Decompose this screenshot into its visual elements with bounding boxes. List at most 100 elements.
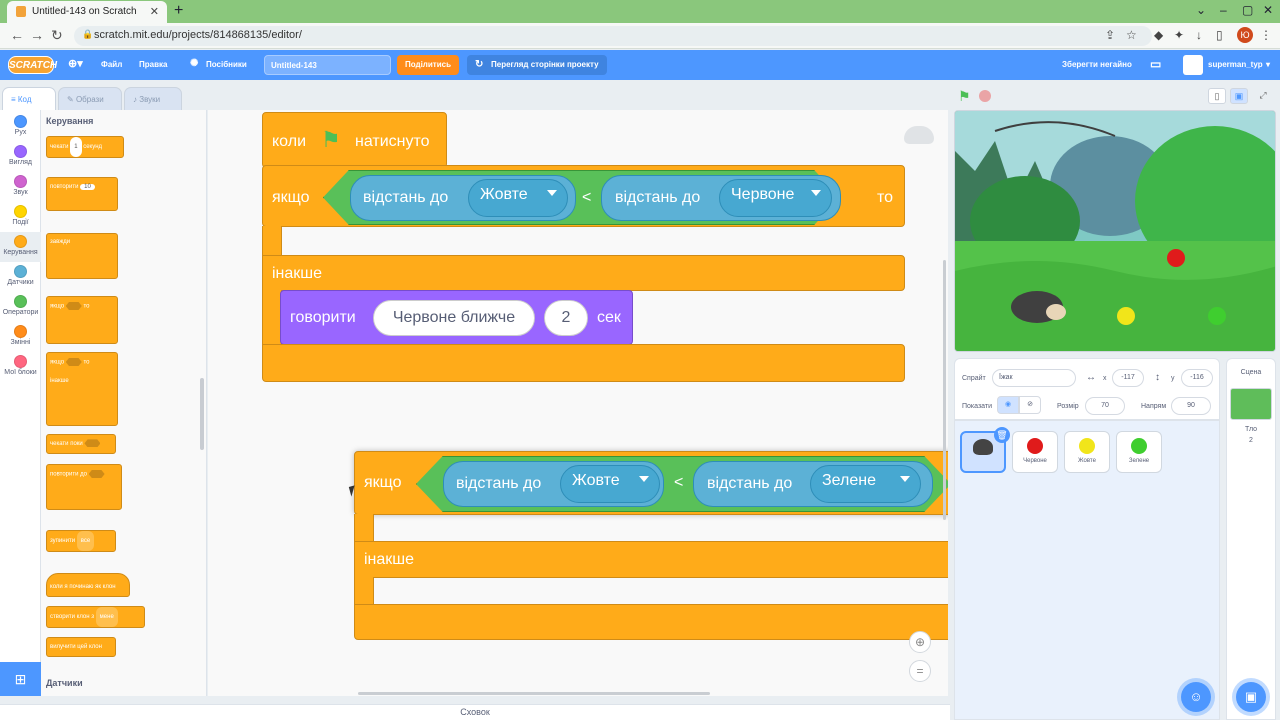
if-else-block-1[interactable]: якщо відстань до Жовте < відстань до Чер… (262, 165, 905, 227)
stop-sign-icon[interactable] (979, 90, 991, 102)
normal-stage-icon[interactable]: ▣ (1230, 88, 1248, 104)
category-5[interactable]: Датчики (0, 262, 41, 292)
profile-avatar[interactable]: Ю (1237, 27, 1253, 43)
y-input[interactable]: -116 (1181, 369, 1213, 387)
target-dropdown-1a[interactable]: Жовте (468, 179, 568, 217)
palette-delete-clone-block[interactable]: вилучити цей клон (46, 637, 116, 657)
username[interactable]: superman_typ (1208, 60, 1263, 69)
sprite-name-input[interactable]: Їжак (992, 369, 1076, 387)
category-label: Вигляд (9, 159, 32, 166)
extension-icon[interactable]: ◆ (1154, 28, 1163, 42)
target-1b-value: Червоне (731, 186, 795, 203)
palette-if-block[interactable]: якщо то (46, 296, 118, 344)
x-input[interactable]: -117 (1112, 369, 1144, 387)
category-3[interactable]: Події (0, 202, 41, 232)
tab-costumes[interactable]: ✎ Образи (58, 87, 122, 110)
palette-when-clone-block[interactable]: коли я починаю як клон (46, 573, 130, 597)
size-input[interactable]: 70 (1085, 397, 1125, 415)
target-dropdown-1b[interactable]: Червоне (719, 179, 832, 217)
palette-stop-block[interactable]: зупинити все (46, 530, 116, 552)
tab-close-icon[interactable]: ✕ (150, 5, 159, 18)
new-tab-button[interactable]: + (174, 2, 183, 20)
zoom-in-icon[interactable]: ⊕ (909, 631, 931, 653)
menu-edit[interactable]: Правка (139, 60, 167, 69)
if-else-block-2[interactable]: якщо відстань до Жовте < відстань до Зел… (354, 451, 948, 515)
palette-repeat-until-block[interactable]: повторити до (46, 464, 122, 510)
close-window-icon[interactable]: ✕ (1263, 3, 1273, 17)
choose-sprite-button[interactable]: ☺ (1181, 682, 1211, 712)
tab-search-icon[interactable]: ⌄ (1196, 3, 1206, 17)
category-4[interactable]: Керування (0, 232, 41, 262)
category-1[interactable]: Вигляд (0, 142, 41, 172)
tab-code[interactable]: ≡ Код (2, 87, 56, 110)
when-flag-clicked-block[interactable]: коли ⚑ натиснуто (262, 112, 447, 168)
palette-wait-block[interactable]: чекати 1 секунд (46, 136, 124, 158)
green-flag-run-icon[interactable]: ⚑ (958, 88, 971, 105)
tab-sounds[interactable]: ♪ Звуки (124, 87, 182, 110)
workspace-hscrollbar[interactable] (358, 692, 710, 695)
category-0[interactable]: Рух (0, 112, 41, 142)
choose-backdrop-button[interactable]: ▣ (1236, 682, 1266, 712)
maximize-icon[interactable]: ▢ (1242, 3, 1253, 17)
direction-input[interactable]: 90 (1171, 397, 1211, 415)
sprite-thumb[interactable]: Зелене (1116, 431, 1162, 473)
puzzle-icon[interactable]: ✦ (1174, 28, 1184, 42)
save-now-button[interactable]: Зберегти негайно (1062, 60, 1132, 69)
target-dropdown-2a[interactable]: Жовте (560, 465, 660, 503)
back-icon[interactable]: ← (10, 27, 24, 43)
palette-forever-block[interactable]: завжди (46, 233, 118, 279)
kebab-menu-icon[interactable]: ⋮ (1260, 28, 1272, 42)
minimize-icon[interactable]: – (1220, 3, 1227, 17)
sprite-thumb[interactable]: Жовте (1064, 431, 1110, 473)
category-dot-icon (14, 235, 27, 248)
globe-icon[interactable]: ⊕▾ (68, 57, 83, 70)
reload-icon[interactable]: ↻ (51, 27, 63, 44)
browser-tab[interactable]: Untitled-143 on Scratch ✕ (7, 1, 167, 23)
small-stage-icon[interactable]: ▯ (1208, 88, 1226, 104)
menu-file[interactable]: Файл (101, 60, 122, 69)
zoom-reset-icon[interactable]: = (909, 660, 931, 682)
say-for-secs-block[interactable]: говорити Червоне ближче 2 сек (280, 290, 633, 345)
palette-create-clone-block[interactable]: створити клон з мене (46, 606, 145, 628)
palette-if-else-block[interactable]: якщо то інакше (46, 352, 118, 426)
target-dropdown-2b[interactable]: Зелене (810, 465, 921, 503)
code-workspace[interactable]: коли ⚑ натиснуто якщо відстань до Жовте … (208, 110, 948, 696)
stage-target-panel[interactable]: Сцена Тло 2 (1226, 358, 1276, 720)
menu-tutorials[interactable]: Посібники (206, 60, 247, 69)
backpack-bar[interactable]: Сховок (0, 704, 950, 720)
backdrop-thumbnail[interactable] (1230, 388, 1272, 420)
project-title-input[interactable]: Untitled-143 (264, 55, 391, 75)
browser-tabbar: Untitled-143 on Scratch ✕ + ⌄ – ▢ ✕ (0, 0, 1280, 23)
user-avatar[interactable] (1183, 55, 1203, 75)
category-7[interactable]: Змінні (0, 322, 41, 352)
sidepanel-icon[interactable]: ▯ (1216, 28, 1223, 42)
category-2[interactable]: Звук (0, 172, 41, 202)
show-visible-eye-icon[interactable]: ◉ (997, 396, 1019, 414)
category-8[interactable]: Мої блоки (0, 352, 41, 382)
user-menu-chevron-icon[interactable]: ▾ (1266, 60, 1270, 69)
say-secs-input[interactable]: 2 (544, 300, 588, 336)
say-text-input[interactable]: Червоне ближче (373, 300, 535, 336)
download-icon[interactable]: ↓ (1196, 28, 1202, 42)
category-6[interactable]: Оператори (0, 292, 41, 322)
see-project-page-button[interactable]: ↻ Перегляд сторінки проекту (467, 55, 607, 75)
stage-canvas[interactable] (954, 110, 1276, 352)
sprite-thumb[interactable]: Червоне (1012, 431, 1058, 473)
category-dot-icon (14, 265, 27, 278)
share-button[interactable]: Поділитись (397, 55, 459, 75)
forward-icon[interactable]: → (30, 27, 44, 43)
folder-icon[interactable]: ▭ (1150, 57, 1161, 71)
workspace-vscrollbar[interactable] (943, 260, 946, 520)
url-text: scratch.mit.edu/projects/814868135/edito… (94, 29, 302, 41)
palette-scrollbar[interactable] (200, 378, 204, 450)
palette-repeat-block[interactable]: повторити 10 (46, 177, 118, 211)
fullscreen-icon[interactable]: ⤢ (1254, 88, 1272, 104)
hide-eye-icon[interactable]: ⊘ (1019, 396, 1041, 414)
scratch-logo[interactable]: SCRATCH (8, 56, 57, 74)
bookmark-star-icon[interactable]: ☆ (1126, 28, 1137, 42)
share-icon[interactable]: ⇪ (1105, 28, 1115, 42)
palette-wait-until-block[interactable]: чекати поки (46, 434, 116, 454)
delete-sprite-icon[interactable]: 🗑 (994, 427, 1010, 443)
add-extension-button[interactable]: ⊞ (0, 662, 41, 696)
address-bar[interactable]: 🔒 scratch.mit.edu/projects/814868135/edi… (74, 26, 1152, 46)
